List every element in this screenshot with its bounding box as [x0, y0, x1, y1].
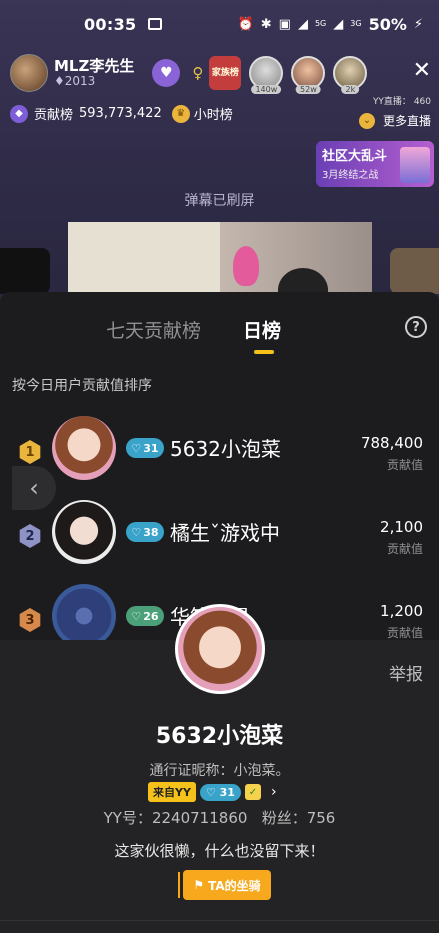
bluetooth-icon: ✱: [260, 16, 272, 32]
wifi-icon: ◢: [297, 16, 308, 32]
viewer-avatar[interactable]: 2k: [333, 56, 368, 94]
rank-name: 橘生ˇ游戏中: [170, 521, 280, 545]
side-stream-right[interactable]: [390, 248, 439, 294]
seat-accent: [178, 872, 180, 898]
family-badge[interactable]: 家族榜: [209, 56, 242, 90]
more-live-button[interactable]: ⌄ 更多直播: [358, 112, 431, 129]
signal-5g-label: 5G: [314, 19, 327, 28]
alarm-icon: ⏰: [237, 16, 254, 32]
shield-icon: ♡: [205, 785, 216, 799]
screen: 00:35 ⏰ ✱ ▣ ◢ 5G ◢ 3G 50% ⚡ MLZ李先生 ♦2013…: [0, 0, 439, 933]
sort-hint: 按今日用户贡献值排序: [12, 378, 152, 394]
avatar[interactable]: [52, 416, 116, 480]
rank-badge: 2: [19, 524, 41, 548]
status-icons: ⏰ ✱ ▣ ◢ 5G ◢ 3G 50% ⚡: [238, 15, 423, 34]
contribution-value: 593,773,422: [79, 106, 162, 121]
diamond-icon: ◆: [10, 104, 28, 123]
shield-icon: ♡: [131, 609, 142, 623]
more-live-label: 更多直播: [382, 114, 431, 128]
host-id: ♦2013: [54, 73, 134, 88]
community-event-banner[interactable]: 社区大乱斗 3月终结之战: [316, 141, 434, 187]
profile-avatar[interactable]: [175, 604, 265, 694]
close-icon[interactable]: ✕: [413, 58, 431, 83]
volte-icon: ▣: [278, 16, 291, 32]
profile-bio: 这家伙很懒，什么也没留下来！: [114, 842, 325, 860]
level-value: 31: [143, 441, 159, 455]
rank-score: 2,100: [380, 518, 423, 536]
profile-ids: YY号：2240711860 粉丝：756: [103, 809, 336, 827]
level-value: 31: [219, 785, 235, 799]
avatar[interactable]: [52, 500, 116, 564]
help-icon[interactable]: ?: [405, 316, 427, 338]
source-tag: 来自YY: [148, 782, 196, 802]
rank-badge: 1: [19, 440, 41, 464]
flag-icon: ⚑: [193, 878, 205, 892]
side-stream-left[interactable]: [0, 248, 50, 294]
rank-score: 1,200: [380, 602, 423, 620]
banner-art: [400, 147, 430, 183]
gallery-notification-icon: [148, 18, 163, 30]
rank-badge: 3: [19, 608, 41, 632]
score-unit: 贡献值: [386, 458, 423, 472]
active-tab-indicator: [254, 350, 274, 354]
shield-icon: ♡: [131, 441, 142, 455]
rank-name: 5632小泡菜: [170, 437, 281, 461]
level-badge: ♡ 26: [126, 606, 164, 626]
viewer-count: 2k: [341, 85, 360, 94]
profile-name: 5632小泡菜: [155, 724, 284, 749]
avatar[interactable]: [52, 584, 116, 648]
score-unit: 贡献值: [386, 626, 423, 640]
viewer-avatar[interactable]: 52w: [291, 56, 326, 94]
verified-icon: ✓: [244, 784, 261, 800]
clock: 00:35: [84, 14, 137, 34]
host-info[interactable]: MLZ李先生 ♦2013: [54, 58, 134, 88]
chevron-left-icon[interactable]: ‹: [12, 466, 56, 510]
chevron-right-icon[interactable]: ›: [271, 784, 277, 800]
family-badge-label: 家族榜: [211, 67, 239, 78]
flamingo-decor: [233, 246, 259, 286]
report-button[interactable]: 举报: [389, 660, 423, 685]
live-room-header: MLZ李先生 ♦2013 ♥ ♀ 家族榜 140w 52w 2k ✕ YY直播：…: [10, 52, 435, 107]
viewer-avatar[interactable]: 140w: [249, 56, 284, 94]
signal-3g-label: 3G: [350, 19, 362, 28]
ranking-tabs: 七天贡献榜 日榜 ?: [0, 306, 439, 356]
signal-icon: ◢: [333, 16, 344, 32]
mic-seat-icon[interactable]: ♀: [192, 64, 203, 82]
score-unit: 贡献值: [386, 542, 423, 556]
profile-tags: 来自YY ♡ 31 ✓ ›: [148, 782, 277, 802]
viewer-count: 52w: [296, 85, 321, 94]
rank-row[interactable]: 2 ♡ 38 橘生ˇ游戏中 2,100 贡献值: [0, 500, 439, 570]
rank-score: 788,400: [360, 434, 423, 452]
barrage-notice: 弹幕已刷屏: [184, 193, 255, 209]
contribution-label[interactable]: 贡献榜: [34, 104, 73, 123]
level-badge: ♡ 38: [126, 522, 164, 542]
status-bar: 00:35 ⏰ ✱ ▣ ◢ 5G ◢ 3G 50% ⚡: [0, 0, 439, 48]
level-value: 26: [143, 609, 159, 623]
profile-nickname: 通行证昵称：小泡菜。: [149, 763, 290, 779]
host-avatar[interactable]: [10, 54, 48, 92]
mount-button-label: TA的坐骑: [208, 878, 261, 893]
divider: [0, 920, 439, 921]
shield-icon: ♡: [131, 525, 142, 539]
battery-percent: 50%: [368, 14, 407, 34]
level-value: 38: [143, 525, 159, 539]
level-badge: ♡ 31: [199, 783, 241, 801]
tab-daily[interactable]: 日榜: [243, 316, 281, 343]
host-id-value: 2013: [64, 73, 96, 88]
heart-icon: ♥: [160, 65, 173, 81]
host-name: MLZ李先生: [54, 57, 135, 76]
tab-seven-day[interactable]: 七天贡献榜: [106, 316, 201, 343]
flame-icon: ♦: [54, 73, 65, 88]
rank-row[interactable]: 1 ♡ 31 5632小泡菜 788,400 贡献值: [0, 416, 439, 486]
hourly-rank-link[interactable]: 小时榜: [194, 104, 233, 123]
follow-button[interactable]: ♥: [152, 59, 181, 87]
crown-icon: ♛: [171, 104, 190, 123]
charging-icon: ⚡: [413, 16, 423, 32]
viewer-count: 140w: [251, 85, 282, 94]
mount-button[interactable]: ⚑ TA的坐骑: [183, 870, 271, 900]
level-badge: ♡ 31: [126, 438, 164, 458]
chevron-down-icon: ⌄: [358, 112, 375, 129]
